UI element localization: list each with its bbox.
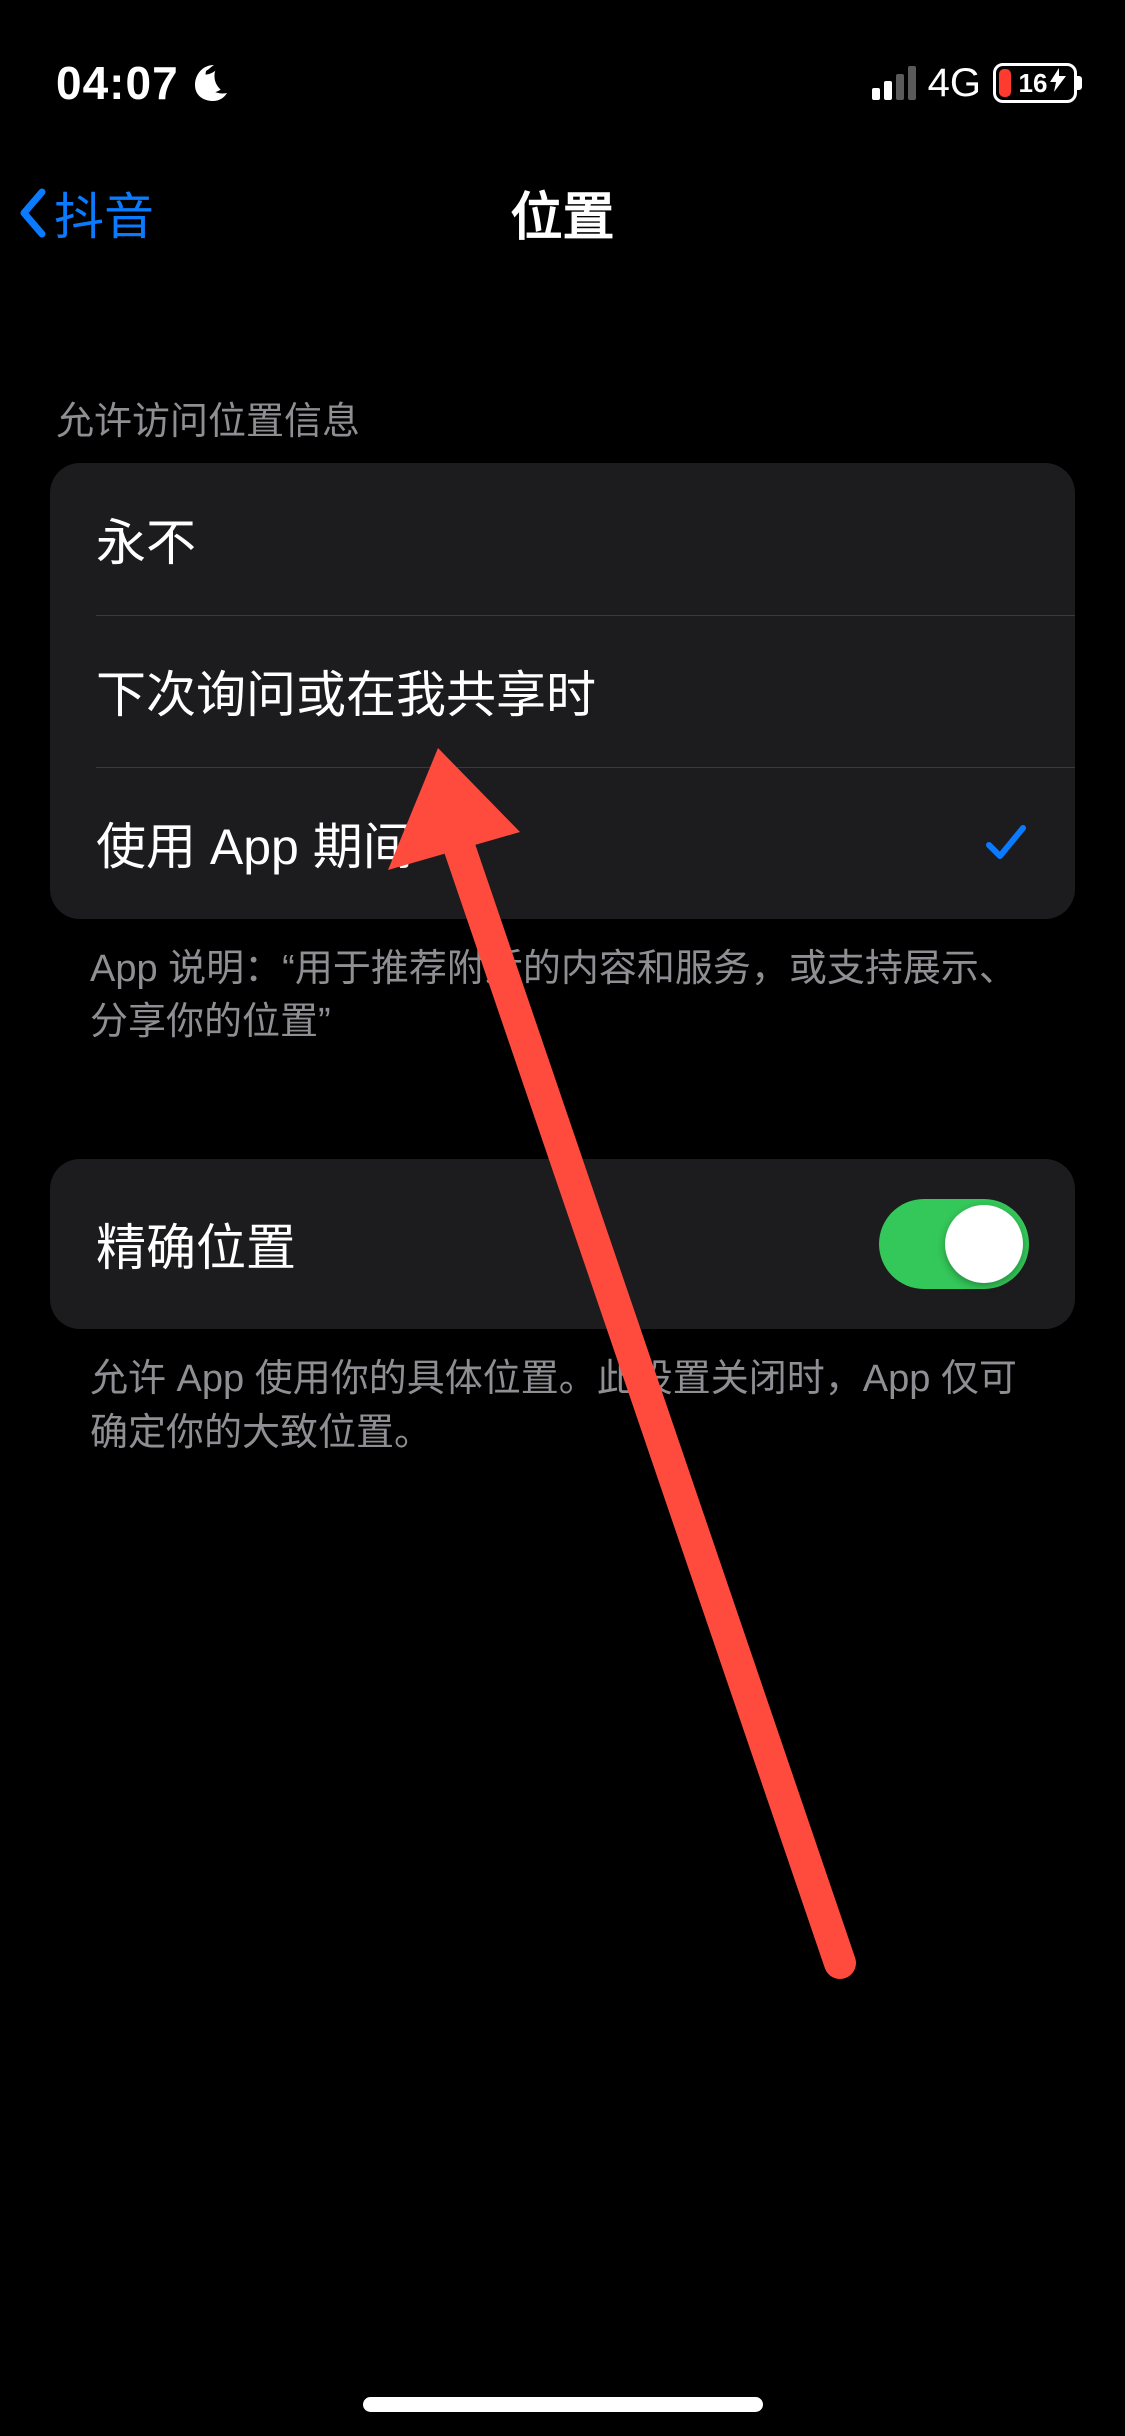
option-label: 下次询问或在我共享时: [96, 655, 596, 727]
location-access-footer: App 说明：“用于推荐附近的内容和服务，或支持展示、分享你的位置”: [0, 919, 1125, 1049]
charging-icon: [1050, 68, 1066, 98]
status-left: 04:07: [56, 56, 229, 110]
option-label: 使用 App 期间: [96, 807, 413, 879]
home-indicator[interactable]: [363, 2397, 763, 2412]
precise-location-row[interactable]: 精确位置: [50, 1159, 1075, 1329]
battery-icon: 16: [993, 63, 1077, 103]
status-bar: 04:07 4G 16: [0, 0, 1125, 130]
precise-location-label: 精确位置: [96, 1208, 296, 1280]
checkmark-icon: [983, 820, 1029, 866]
page-title: 位置: [510, 175, 614, 250]
back-button[interactable]: 抖音: [18, 177, 154, 249]
cellular-signal-icon: [872, 66, 916, 100]
option-while-using-app[interactable]: 使用 App 期间: [50, 767, 1075, 919]
precise-location-footer: 允许 App 使用你的具体位置。此设置关闭时，App 仅可确定你的大致位置。: [0, 1329, 1125, 1459]
back-label: 抖音: [54, 177, 154, 249]
precise-location-toggle[interactable]: [879, 1199, 1029, 1289]
status-right: 4G 16: [872, 61, 1077, 106]
toggle-knob: [945, 1205, 1023, 1283]
status-time: 04:07: [56, 56, 179, 110]
option-label: 永不: [96, 503, 196, 575]
location-access-group: 永不 下次询问或在我共享时 使用 App 期间: [50, 463, 1075, 919]
chevron-left-icon: [18, 188, 48, 238]
network-type: 4G: [928, 61, 981, 106]
precise-location-group: 精确位置: [50, 1159, 1075, 1329]
nav-header: 抖音 位置: [0, 145, 1125, 280]
option-never[interactable]: 永不: [50, 463, 1075, 615]
section-header-location-access: 允许访问位置信息: [0, 390, 1125, 445]
option-ask-next-time[interactable]: 下次询问或在我共享时: [50, 615, 1075, 767]
do-not-disturb-icon: [189, 63, 229, 103]
